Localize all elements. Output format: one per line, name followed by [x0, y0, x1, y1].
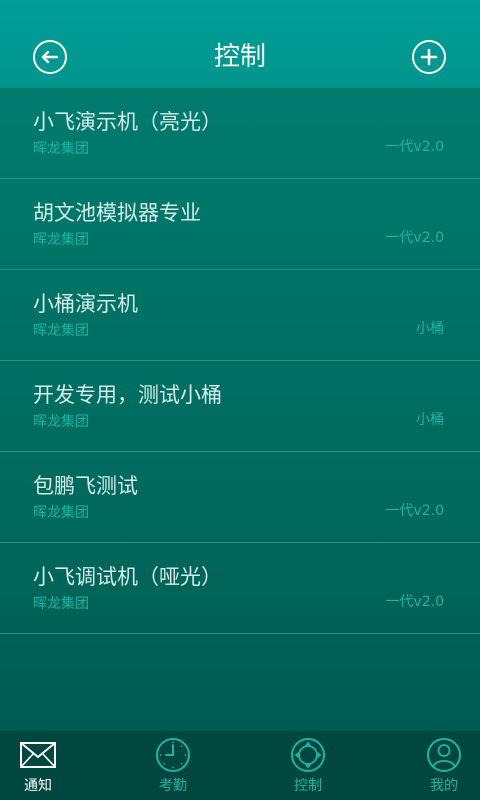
device-title: 胡文池模拟器专业: [33, 201, 201, 225]
device-item[interactable]: 小飞调试机（哑光） 晖龙集团 一代v2.0: [0, 543, 480, 634]
device-version: 一代v2.0: [385, 139, 444, 155]
device-version: 一代v2.0: [385, 230, 444, 246]
user-icon: [427, 738, 461, 772]
device-item[interactable]: 小飞演示机（亮光） 晖龙集团 一代v2.0: [0, 88, 480, 179]
page-title: 控制: [213, 42, 266, 72]
tab-profile[interactable]: 我的: [394, 731, 480, 800]
device-company: 晖龙集团: [33, 505, 89, 521]
bottom-tab-bar: 通知 考勤 控制 我的: [0, 731, 480, 800]
tab-label: 通知: [24, 778, 52, 794]
device-title: 小飞演示机（亮光）: [33, 110, 222, 134]
device-title: 小桶演示机: [33, 292, 138, 316]
add-button[interactable]: [412, 40, 446, 74]
tab-attendance[interactable]: 考勤: [123, 731, 223, 800]
device-title: 开发专用，测试小桶: [33, 383, 222, 407]
device-company: 晖龙集团: [33, 596, 89, 612]
tab-label: 考勤: [159, 778, 187, 794]
header-bar: 控制: [0, 0, 480, 88]
device-item[interactable]: 胡文池模拟器专业 晖龙集团 一代v2.0: [0, 179, 480, 270]
tab-notifications[interactable]: 通知: [0, 731, 88, 800]
device-item[interactable]: 小桶演示机 晖龙集团 小桶: [0, 270, 480, 361]
clock-icon: [156, 738, 190, 772]
device-company: 晖龙集团: [33, 232, 89, 248]
tab-control[interactable]: 控制: [258, 731, 358, 800]
tab-label: 我的: [430, 778, 458, 794]
mail-icon: [20, 742, 56, 768]
device-company: 晖龙集团: [33, 141, 89, 157]
device-title: 小飞调试机（哑光）: [33, 565, 222, 589]
device-company: 晖龙集团: [33, 414, 89, 430]
dpad-icon: [291, 738, 325, 772]
device-version: 一代v2.0: [385, 503, 444, 519]
device-item[interactable]: 包鹏飞测试 晖龙集团 一代v2.0: [0, 452, 480, 543]
tab-label: 控制: [294, 778, 322, 794]
device-version: 小桶: [416, 321, 444, 337]
device-list: 小飞演示机（亮光） 晖龙集团 一代v2.0 胡文池模拟器专业 晖龙集团 一代v2…: [0, 88, 480, 731]
device-version: 一代v2.0: [385, 594, 444, 610]
device-title: 包鹏飞测试: [33, 474, 138, 498]
device-item[interactable]: 开发专用，测试小桶 晖龙集团 小桶: [0, 361, 480, 452]
plus-icon: [420, 48, 438, 66]
device-company: 晖龙集团: [33, 323, 89, 339]
device-version: 小桶: [416, 412, 444, 428]
